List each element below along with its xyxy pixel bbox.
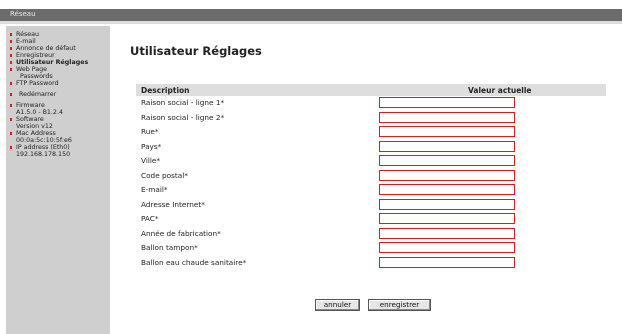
field-input[interactable] <box>379 227 515 239</box>
sidebar-item-label: IP address (Eth0) <box>16 144 70 151</box>
sidebar-item-annonce-defaut[interactable]: Annonce de défaut <box>10 45 110 52</box>
bullet-icon <box>10 47 12 50</box>
table-row: Année de fabrication* <box>136 227 606 242</box>
field-input[interactable] <box>379 111 515 123</box>
bullet-icon <box>10 146 12 149</box>
field-input[interactable] <box>379 242 515 253</box>
software-version: Version v12 <box>16 123 53 130</box>
sidebar-item-label: E-mail <box>16 38 36 45</box>
ip-address-value: 192.168.178.150 <box>16 151 71 158</box>
field-label: PAC* <box>141 214 159 223</box>
field-input[interactable] <box>379 213 515 224</box>
sidebar-item-label: Réseau <box>16 31 39 38</box>
main-content: Utilisateur Réglages Description Valeur … <box>110 26 622 334</box>
field-label: Ballon tampon* <box>141 243 198 252</box>
table-row: Adresse Internet* <box>136 198 606 213</box>
sidebar-item-label: Web Page <box>16 66 47 73</box>
field-label: E-mail* <box>141 185 168 194</box>
sidebar-item-label: Enregistreur <box>16 52 55 59</box>
sidebar-item-email[interactable]: E-mail <box>10 38 110 45</box>
field-input[interactable] <box>379 126 515 137</box>
firmware-version: A1.5.0 - B1.2.4 <box>16 109 63 116</box>
table-header: Description Valeur actuelle <box>136 84 606 96</box>
field-input[interactable] <box>379 97 515 108</box>
bullet-icon <box>10 33 12 36</box>
bullet-icon <box>10 82 12 85</box>
field-input[interactable] <box>379 155 515 166</box>
sidebar-item-label: Software <box>16 116 44 123</box>
field-label: Adresse Internet* <box>141 199 205 209</box>
sidebar-item-ftp-password[interactable]: FTP Password <box>10 80 110 87</box>
mac-address-value: 00:0a:5c:10:5f:e6 <box>16 137 72 144</box>
sidebar-item-firmware: Firmware A1.5.0 - B1.2.4 <box>10 102 110 116</box>
sidebar-item-label: FTP Password <box>16 80 59 87</box>
field-label: Code postal* <box>141 170 188 180</box>
field-label: Année de fabrication* <box>141 228 221 238</box>
bullet-icon <box>10 104 12 107</box>
sidebar-item-software: Software Version v12 <box>10 116 110 130</box>
bullet-icon <box>10 118 12 121</box>
bullet-icon <box>10 54 12 57</box>
sidebar-item-label: Redémarrer <box>19 91 57 98</box>
table-row: Ballon tampon* <box>136 241 606 256</box>
window-title: Réseau <box>10 10 36 18</box>
column-header-description: Description <box>141 86 190 95</box>
sidebar-item-utilisateur-reglages[interactable]: Utilisateur Réglages <box>10 59 110 66</box>
sidebar-item-mac-address: Mac Address 00:0a:5c:10:5f:e6 <box>10 130 110 144</box>
field-label: Rue* <box>141 127 159 136</box>
save-button[interactable]: enregistrer <box>368 299 431 311</box>
sidebar-item-label: Mac Address <box>16 130 56 137</box>
field-label: Raison social - ligne 1* <box>141 98 225 107</box>
table-row: Ville* <box>136 154 606 169</box>
field-input[interactable] <box>379 198 515 210</box>
sidebar-item-web-page-passwords[interactable]: Web Page Passwords <box>10 66 110 80</box>
settings-table: Description Valeur actuelle Raison socia… <box>136 84 606 270</box>
field-input[interactable] <box>379 184 515 195</box>
sidebar-item-redemarrer[interactable]: Redémarrer <box>10 91 110 98</box>
bullet-icon <box>10 61 12 64</box>
column-header-value: Valeur actuelle <box>468 86 532 95</box>
table-row: Raison social - ligne 1* <box>136 96 606 111</box>
sidebar-item-label-line2: Passwords <box>20 73 53 80</box>
bullet-icon <box>10 93 12 96</box>
table-row: Rue* <box>136 125 606 140</box>
bullet-icon <box>10 68 12 71</box>
header-divider <box>0 21 622 24</box>
field-input[interactable] <box>379 256 515 268</box>
bullet-icon <box>10 40 12 43</box>
sidebar-item-label: Annonce de défaut <box>16 45 76 52</box>
table-row: PAC* <box>136 212 606 227</box>
table-row: Code postal* <box>136 169 606 184</box>
window-header: Réseau <box>0 9 622 21</box>
sidebar-item-reseau[interactable]: Réseau <box>10 31 110 38</box>
field-input[interactable] <box>379 169 515 181</box>
field-label: Ville* <box>141 156 161 165</box>
table-row: Ballon eau chaude sanitaire* <box>136 256 606 271</box>
sidebar-item-label: Utilisateur Réglages <box>16 59 89 66</box>
sidebar-item-ip-address: IP address (Eth0) 192.168.178.150 <box>10 144 110 158</box>
sidebar: Réseau E-mail Annonce de défaut Enregist… <box>6 26 110 334</box>
sidebar-item-label: Firmware <box>16 102 45 109</box>
table-row: Pays* <box>136 140 606 155</box>
field-label: Pays* <box>141 141 162 151</box>
sidebar-item-enregistreur[interactable]: Enregistreur <box>10 52 110 59</box>
field-label: Raison social - ligne 2* <box>141 112 225 122</box>
page-title: Utilisateur Réglages <box>130 44 262 58</box>
table-row: E-mail* <box>136 183 606 198</box>
bullet-icon <box>10 132 12 135</box>
field-input[interactable] <box>379 140 515 152</box>
table-row: Raison social - ligne 2* <box>136 111 606 126</box>
cancel-button[interactable]: annuler <box>315 299 360 311</box>
field-label: Ballon eau chaude sanitaire* <box>141 257 247 267</box>
